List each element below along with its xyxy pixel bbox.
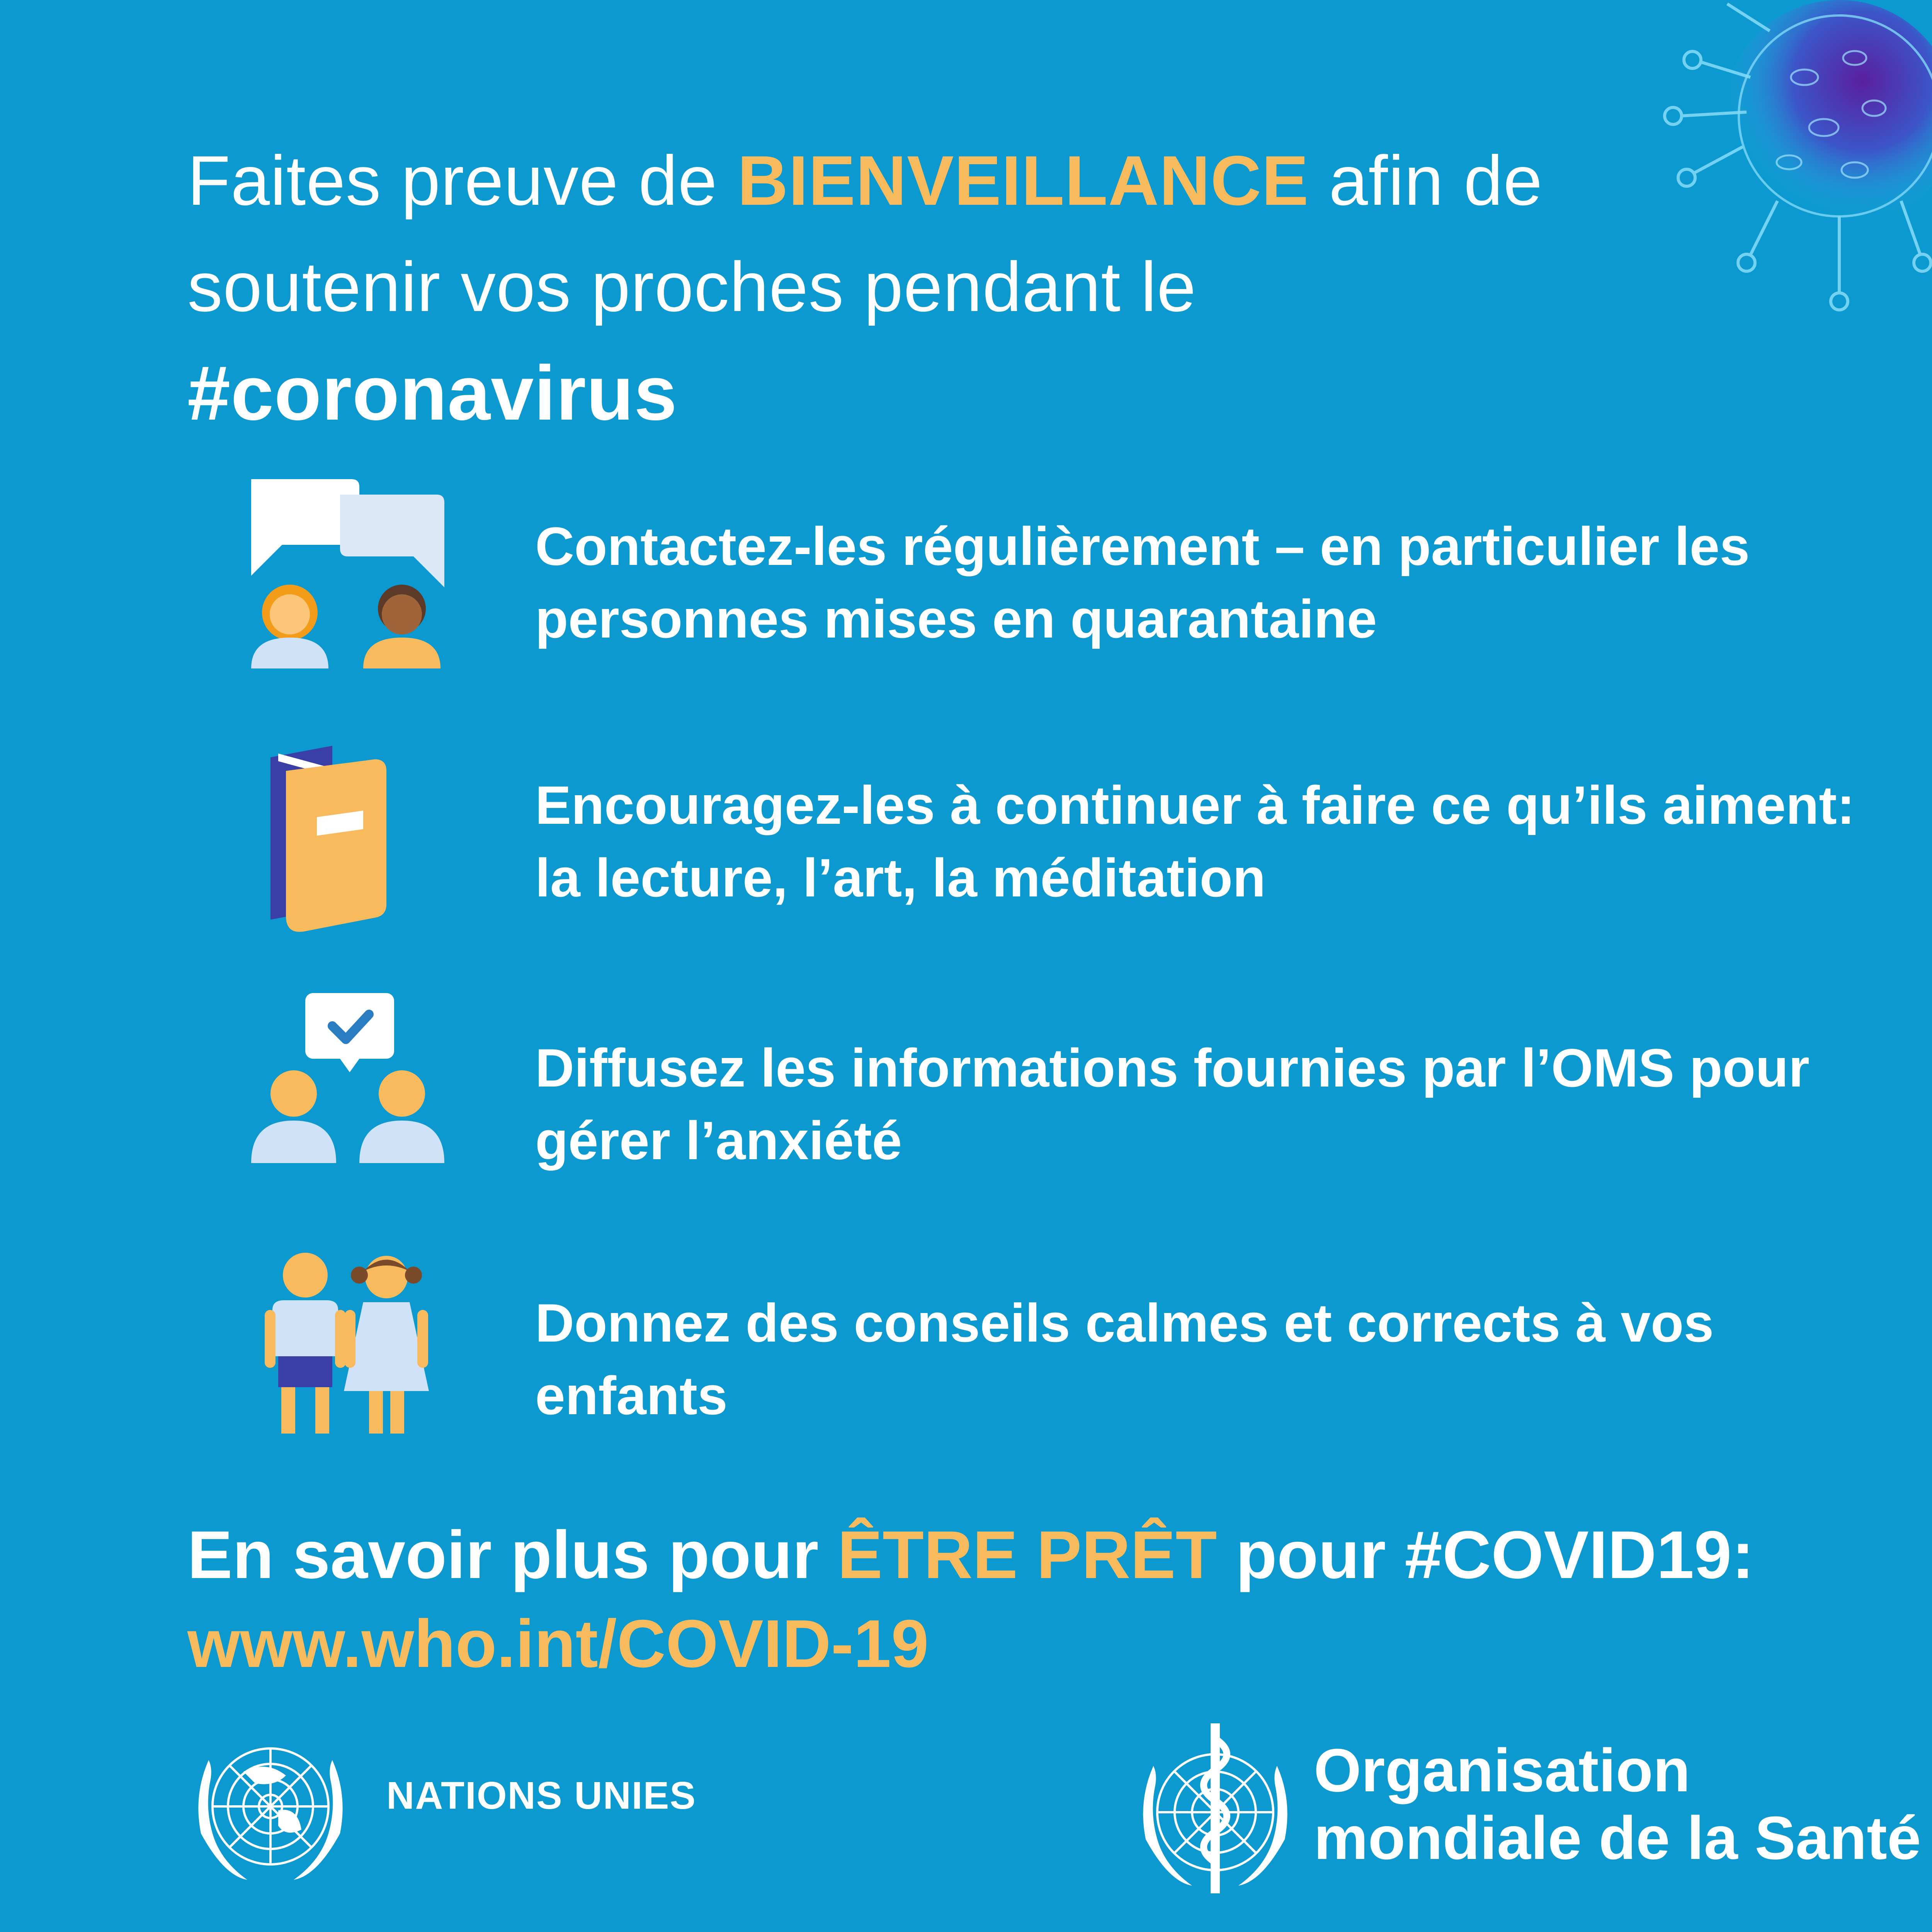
item-text: Diffusez les informations fournies par l… — [535, 1037, 1810, 1171]
cta-accent: ÊTRE PRÊT — [837, 1517, 1217, 1593]
who-label-line2: mondiale de la Santé — [1314, 1804, 1921, 1872]
item-text: Encouragez-les à continuer à faire ce qu… — [535, 775, 1855, 908]
call-to-action: En savoir plus pour ÊTRE PRÊT pour #COVI… — [187, 1511, 1888, 1689]
books-icon — [270, 746, 386, 932]
list-item: Contactez-les régulièrement – en particu… — [247, 475, 1870, 692]
un-label: NATIONS UNIES — [386, 1774, 696, 1817]
chat-people-icon — [251, 479, 444, 668]
share-info-icon — [251, 993, 444, 1163]
cta-url-link[interactable]: www.who.int/COVID-19 — [187, 1600, 1888, 1689]
headline-hashtag: #coronavirus — [187, 350, 678, 436]
headline-part1: Faites preuve de — [187, 141, 738, 220]
headline: Faites preuve de BIENVEILLANCE afin de s… — [187, 128, 1694, 449]
item-text: Contactez-les régulièrement – en particu… — [535, 516, 1750, 649]
cta-part1: En savoir plus pour — [187, 1517, 838, 1593]
list-item: Donnez des conseils calmes et corrects à… — [247, 1252, 1870, 1468]
item-text: Donnez des conseils calmes et corrects à… — [535, 1293, 1714, 1426]
who-label: Organisation mondiale de la Santé — [1314, 1737, 1921, 1872]
un-emblem-icon — [198, 1747, 343, 1880]
who-emblem-icon — [1143, 1723, 1287, 1893]
who-label-line1: Organisation — [1314, 1736, 1690, 1804]
list-item: Diffusez les informations fournies par l… — [247, 989, 1870, 1206]
cta-part2: pour #COVID19: — [1217, 1517, 1754, 1593]
list-item: Encouragez-les à continuer à faire ce qu… — [247, 742, 1870, 958]
headline-accent: BIENVEILLANCE — [737, 141, 1309, 220]
children-icon — [265, 1253, 429, 1434]
